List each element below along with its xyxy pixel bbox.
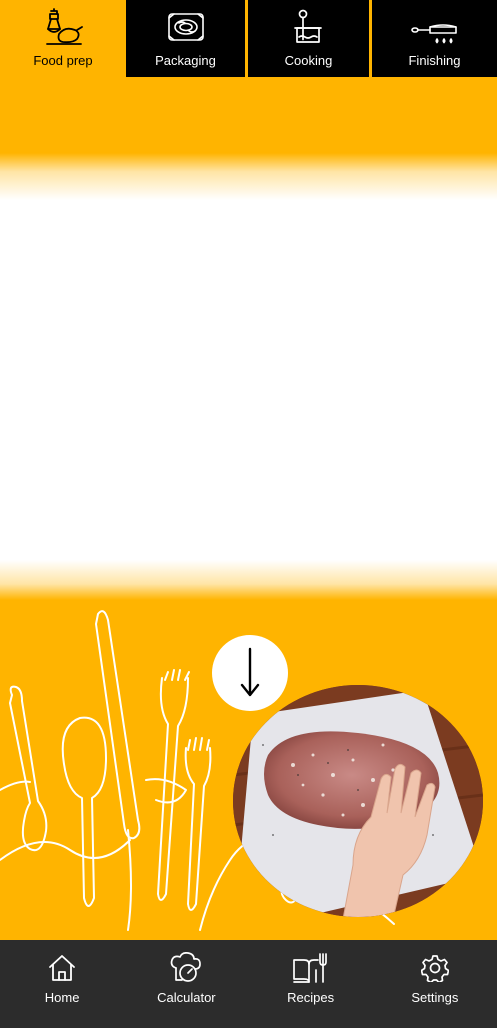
tab-label: Finishing [408,53,461,68]
arrow-down-icon [240,647,260,697]
calculator-icon [171,952,202,982]
tab-finishing[interactable]: Finishing [372,0,497,77]
tab-label: Packaging [155,53,216,68]
nav-recipes[interactable]: Recipes [249,940,373,1028]
cooking-icon [293,9,322,43]
hero-section [0,600,497,940]
bottom-nav: Home Calculator Recipes Settings [0,940,497,1028]
fade-divider [0,560,497,600]
nav-home[interactable]: Home [0,940,124,1028]
home-icon [49,955,76,981]
nav-label: Settings [411,990,459,1005]
nav-settings[interactable]: Settings [373,940,497,1028]
top-tab-bar: Food prep Packaging Cooking Finishing [0,0,497,77]
header-band [0,77,497,153]
tab-label: Food prep [33,53,93,68]
content-area [0,200,497,560]
finishing-icon [410,24,457,44]
nav-label: Home [44,990,80,1005]
food-prep-icon [46,8,83,45]
fade-divider [0,153,497,200]
tab-packaging[interactable]: Packaging [126,0,245,77]
nav-label: Recipes [287,990,335,1005]
nav-calculator[interactable]: Calculator [124,940,248,1028]
tab-cooking[interactable]: Cooking [248,0,369,77]
nav-label: Calculator [157,990,216,1005]
packaging-icon [167,13,204,41]
tab-label: Cooking [284,53,333,68]
scroll-down-button[interactable] [212,635,288,711]
tab-food-prep[interactable]: Food prep [0,0,126,77]
settings-icon [420,955,449,982]
seasoned-steak-photo [233,685,483,917]
recipes-icon [292,953,327,983]
